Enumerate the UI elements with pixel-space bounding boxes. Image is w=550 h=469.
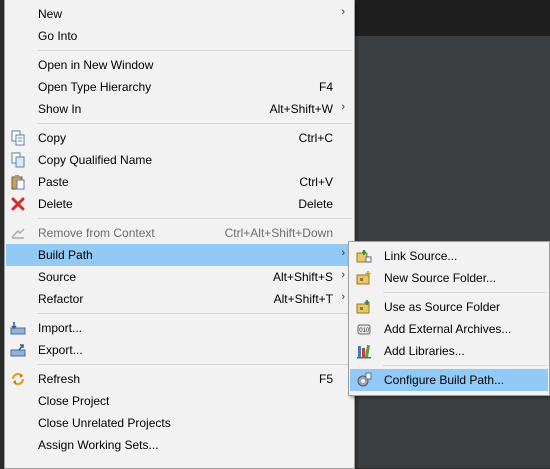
menu-item-label: Close Project xyxy=(38,394,110,408)
menu-item-label: Show In xyxy=(38,102,82,116)
shortcut-label: Alt+Shift+W xyxy=(269,102,333,116)
shortcut-label: Ctrl+V xyxy=(299,175,333,189)
menu-separator xyxy=(383,292,547,293)
menu-item-close-unrelated-projects[interactable]: Close Unrelated Projects xyxy=(6,412,353,434)
menu-item-import[interactable]: Import... xyxy=(6,317,353,339)
submenu-item-label: Add External Archives... xyxy=(384,322,512,336)
jar-icon: 010 xyxy=(357,324,371,335)
menu-item-open-in-new-window[interactable]: Open in New Window xyxy=(6,54,353,76)
libraries-icon xyxy=(357,344,371,359)
menu-item-label: Assign Working Sets... xyxy=(38,438,159,452)
configure-build-path-icon xyxy=(357,372,372,387)
menu-item-label: Delete xyxy=(38,197,73,211)
paste-icon xyxy=(11,175,25,190)
menu-item-label: New xyxy=(38,7,63,21)
menu-separator xyxy=(383,365,547,366)
menu-item-label: Close Unrelated Projects xyxy=(38,416,171,430)
shortcut-label: F4 xyxy=(318,80,333,94)
menu-item-assign-working-sets[interactable]: Assign Working Sets... xyxy=(6,434,353,456)
shortcut-label: Ctrl+C xyxy=(298,131,333,145)
menu-item-go-into[interactable]: Go Into xyxy=(6,25,353,47)
menu-item-export[interactable]: Export... xyxy=(6,339,353,361)
submenu-item-new-source-folder[interactable]: New Source Folder... xyxy=(350,267,548,289)
menu-item-source[interactable]: Source Alt+Shift+S › xyxy=(6,266,353,288)
menu-item-copy[interactable]: Copy Ctrl+C xyxy=(6,127,353,149)
shortcut-label: Ctrl+Alt+Shift+Down xyxy=(224,226,333,240)
menu-item-delete[interactable]: Delete Delete xyxy=(6,193,353,215)
menu-item-label: Remove from Context xyxy=(38,226,155,240)
submenu-arrow-icon: › xyxy=(341,247,345,259)
submenu-item-label: Configure Build Path... xyxy=(384,373,505,387)
menu-item-label: Paste xyxy=(38,175,69,189)
menu-separator xyxy=(37,364,352,365)
menu-item-label: Copy Qualified Name xyxy=(38,153,153,167)
submenu-item-configure-build-path[interactable]: Configure Build Path... xyxy=(350,369,548,391)
menu-item-new[interactable]: New › xyxy=(6,3,353,25)
menu-item-label: Refactor xyxy=(38,292,84,306)
menu-item-close-project[interactable]: Close Project xyxy=(6,390,353,412)
menu-item-show-in[interactable]: Show In Alt+Shift+W › xyxy=(6,98,353,120)
menu-item-label: Import... xyxy=(38,321,83,335)
menu-item-remove-from-context[interactable]: Remove from Context Ctrl+Alt+Shift+Down xyxy=(6,222,353,244)
menu-item-label: Go Into xyxy=(38,29,78,43)
remove-context-icon xyxy=(11,228,25,239)
menu-separator xyxy=(37,218,352,219)
submenu-arrow-icon: › xyxy=(341,6,345,18)
menu-separator xyxy=(37,123,352,124)
menu-item-label: Open Type Hierarchy xyxy=(38,80,152,94)
shortcut-label: Delete xyxy=(298,197,333,211)
submenu-item-use-as-source-folder[interactable]: Use as Source Folder xyxy=(350,296,548,318)
submenu-item-link-source[interactable]: Link Source... xyxy=(350,245,548,267)
menu-item-open-type-hierarchy[interactable]: Open Type Hierarchy F4 xyxy=(6,76,353,98)
menu-item-label: Refresh xyxy=(38,372,81,386)
submenu-item-label: Use as Source Folder xyxy=(384,300,501,314)
menu-item-paste[interactable]: Paste Ctrl+V xyxy=(6,171,353,193)
submenu-arrow-icon: › xyxy=(341,269,345,281)
submenu-arrow-icon: › xyxy=(341,291,345,303)
new-source-folder-icon xyxy=(356,271,371,285)
submenu-item-add-libraries[interactable]: Add Libraries... xyxy=(350,340,548,362)
submenu-item-label: Add Libraries... xyxy=(384,344,465,358)
import-icon xyxy=(10,322,26,335)
submenu-item-label: New Source Folder... xyxy=(384,271,497,285)
submenu-arrow-icon: › xyxy=(341,101,345,113)
svg-text:010: 010 xyxy=(359,328,370,334)
menu-item-label: Export... xyxy=(38,343,83,357)
shortcut-label: Alt+Shift+S xyxy=(272,270,333,284)
menu-item-refactor[interactable]: Refactor Alt+Shift+T › xyxy=(6,288,353,310)
link-source-icon xyxy=(356,250,372,263)
copy-qualified-icon xyxy=(11,152,25,168)
menu-item-build-path[interactable]: Build Path › xyxy=(6,244,353,266)
menu-separator xyxy=(37,313,352,314)
shortcut-label: F5 xyxy=(318,372,333,386)
copy-icon xyxy=(11,130,25,146)
menu-item-refresh[interactable]: Refresh F5 xyxy=(6,368,353,390)
submenu-item-add-external-archives[interactable]: 010 Add External Archives... xyxy=(350,318,548,340)
delete-icon xyxy=(11,197,25,211)
menu-item-copy-qualified-name[interactable]: Copy Qualified Name xyxy=(6,149,353,171)
build-path-submenu: Link Source... New Source Folder... Use … xyxy=(348,241,550,396)
refresh-icon xyxy=(11,372,25,386)
use-as-source-folder-icon xyxy=(356,300,370,314)
shortcut-label: Alt+Shift+T xyxy=(273,292,333,306)
context-menu: New › Go Into Open in New Window Open Ty… xyxy=(4,0,355,469)
submenu-item-label: Link Source... xyxy=(384,249,458,263)
menu-item-label: Open in New Window xyxy=(38,58,154,72)
menu-item-label: Source xyxy=(38,270,77,284)
menu-item-label: Build Path xyxy=(38,248,93,262)
menu-item-label: Copy xyxy=(38,131,67,145)
menu-separator xyxy=(37,50,352,51)
export-icon xyxy=(10,344,26,357)
